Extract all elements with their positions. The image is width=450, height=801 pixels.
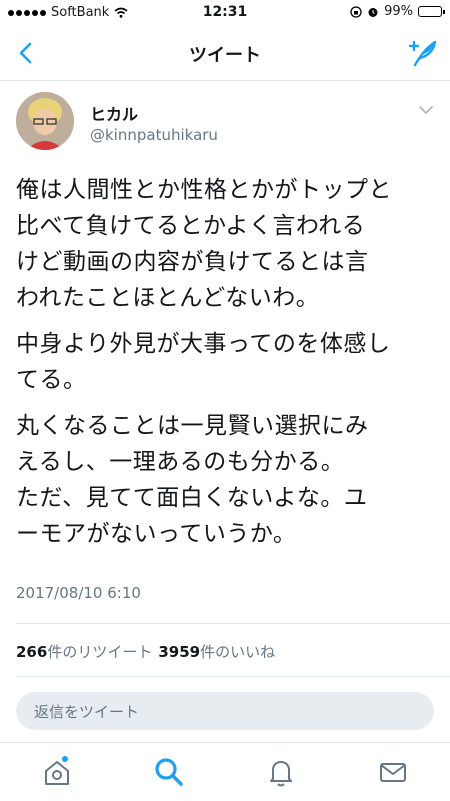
divider: [16, 623, 450, 624]
messages-icon[interactable]: [376, 755, 410, 789]
page-title: ツイート: [189, 45, 261, 66]
avatar-image: [16, 92, 74, 150]
tweet-text: 俺は人間性とか性格とかがトップと 比べて負けてるとかよく言われる けど動画の内容…: [16, 172, 436, 562]
search-icon[interactable]: [152, 755, 186, 789]
tweet-stats: 266件のリツイート 3959件のいいね: [16, 641, 275, 662]
reply-placeholder: 返信をツイート: [34, 703, 140, 721]
home-icon[interactable]: [40, 755, 74, 789]
tab-bar: [0, 742, 450, 801]
retweets-stat[interactable]: 266件のリツイート: [16, 641, 152, 662]
likes-count: 3959: [158, 643, 201, 661]
reply-input[interactable]: 返信をツイート: [16, 692, 434, 730]
tweet-paragraph: 丸くなることは一見賢い選択にみ えるし、一理あるのも分かる。 ただ、見てて面白く…: [16, 413, 369, 547]
compose-tweet-icon[interactable]: [406, 38, 438, 68]
tweet-timestamp: 2017/08/10 6:10: [16, 584, 141, 602]
display-name[interactable]: ヒカル: [90, 101, 138, 125]
retweets-label: 件のリツイート: [47, 643, 153, 661]
status-right: 99%: [350, 4, 445, 19]
chevron-down-icon[interactable]: [418, 104, 434, 116]
tweet-paragraph: 中身より外見が大事ってのを体感し てる。: [16, 331, 391, 393]
rotation-lock-icon: [350, 5, 362, 18]
user-handle[interactable]: @kinnpatuhikaru: [90, 126, 218, 144]
alarm-icon: [368, 7, 378, 17]
retweets-count: 266: [16, 643, 48, 661]
battery-icon: [418, 6, 445, 17]
likes-label: 件のいいね: [200, 643, 276, 661]
avatar[interactable]: [16, 92, 74, 150]
notifications-icon[interactable]: [264, 755, 298, 789]
tweet-paragraph: 俺は人間性とか性格とかがトップと 比べて負けてるとかよく言われる けど動画の内容…: [16, 177, 392, 311]
likes-stat[interactable]: 3959件のいいね: [158, 641, 275, 662]
nav-bar: ツイート: [0, 26, 450, 81]
divider: [16, 676, 450, 677]
battery-percent: 99%: [384, 4, 413, 19]
status-bar: SoftBank 12:31 99%: [0, 0, 450, 26]
